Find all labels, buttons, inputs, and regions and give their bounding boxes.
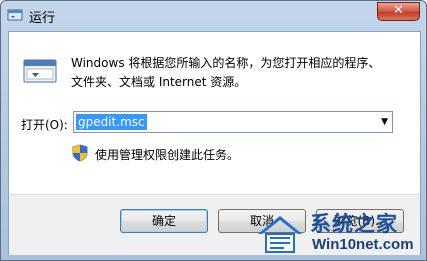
ok-button[interactable]: 确定 (120, 209, 208, 233)
description: Windows 将根据您所输入的名称，为您打开相应的程序、 文件夹、文档或 In… (71, 54, 411, 92)
watermark-brand: 系统之家 (310, 212, 398, 236)
admin-note: 使用管理权限创建此任务。 (95, 148, 240, 162)
dialog-content: Windows 将根据您所输入的名称，为您打开相应的程序、 文件夹、文档或 In… (9, 32, 420, 194)
watermark: 系统之家 Win10net.com (254, 206, 422, 258)
description-line-1: Windows 将根据您所输入的名称，为您打开相应的程序、 (71, 56, 381, 70)
open-input[interactable]: gpedit.msc (76, 114, 147, 130)
run-dialog: 运行 ✕ Windows 将根据您所输入的名称，为您打开相应的程序、 文件夹、文… (0, 0, 427, 261)
open-combobox[interactable]: gpedit.msc ▼ (73, 111, 393, 133)
title-bar[interactable]: 运行 ✕ (1, 1, 426, 31)
chevron-down-icon[interactable]: ▼ (381, 114, 388, 130)
close-button[interactable]: ✕ (377, 2, 420, 21)
open-label: 打开(O): (21, 118, 68, 132)
window-title: 运行 (29, 11, 56, 26)
run-program-icon (23, 59, 57, 83)
watermark-url: Win10net.com (312, 236, 414, 253)
watermark-logo (258, 216, 302, 253)
run-icon (7, 9, 23, 21)
close-icon: ✕ (393, 3, 404, 18)
shield-icon (72, 144, 88, 162)
description-line-2: 文件夹、文档或 Internet 资源。 (71, 75, 247, 89)
